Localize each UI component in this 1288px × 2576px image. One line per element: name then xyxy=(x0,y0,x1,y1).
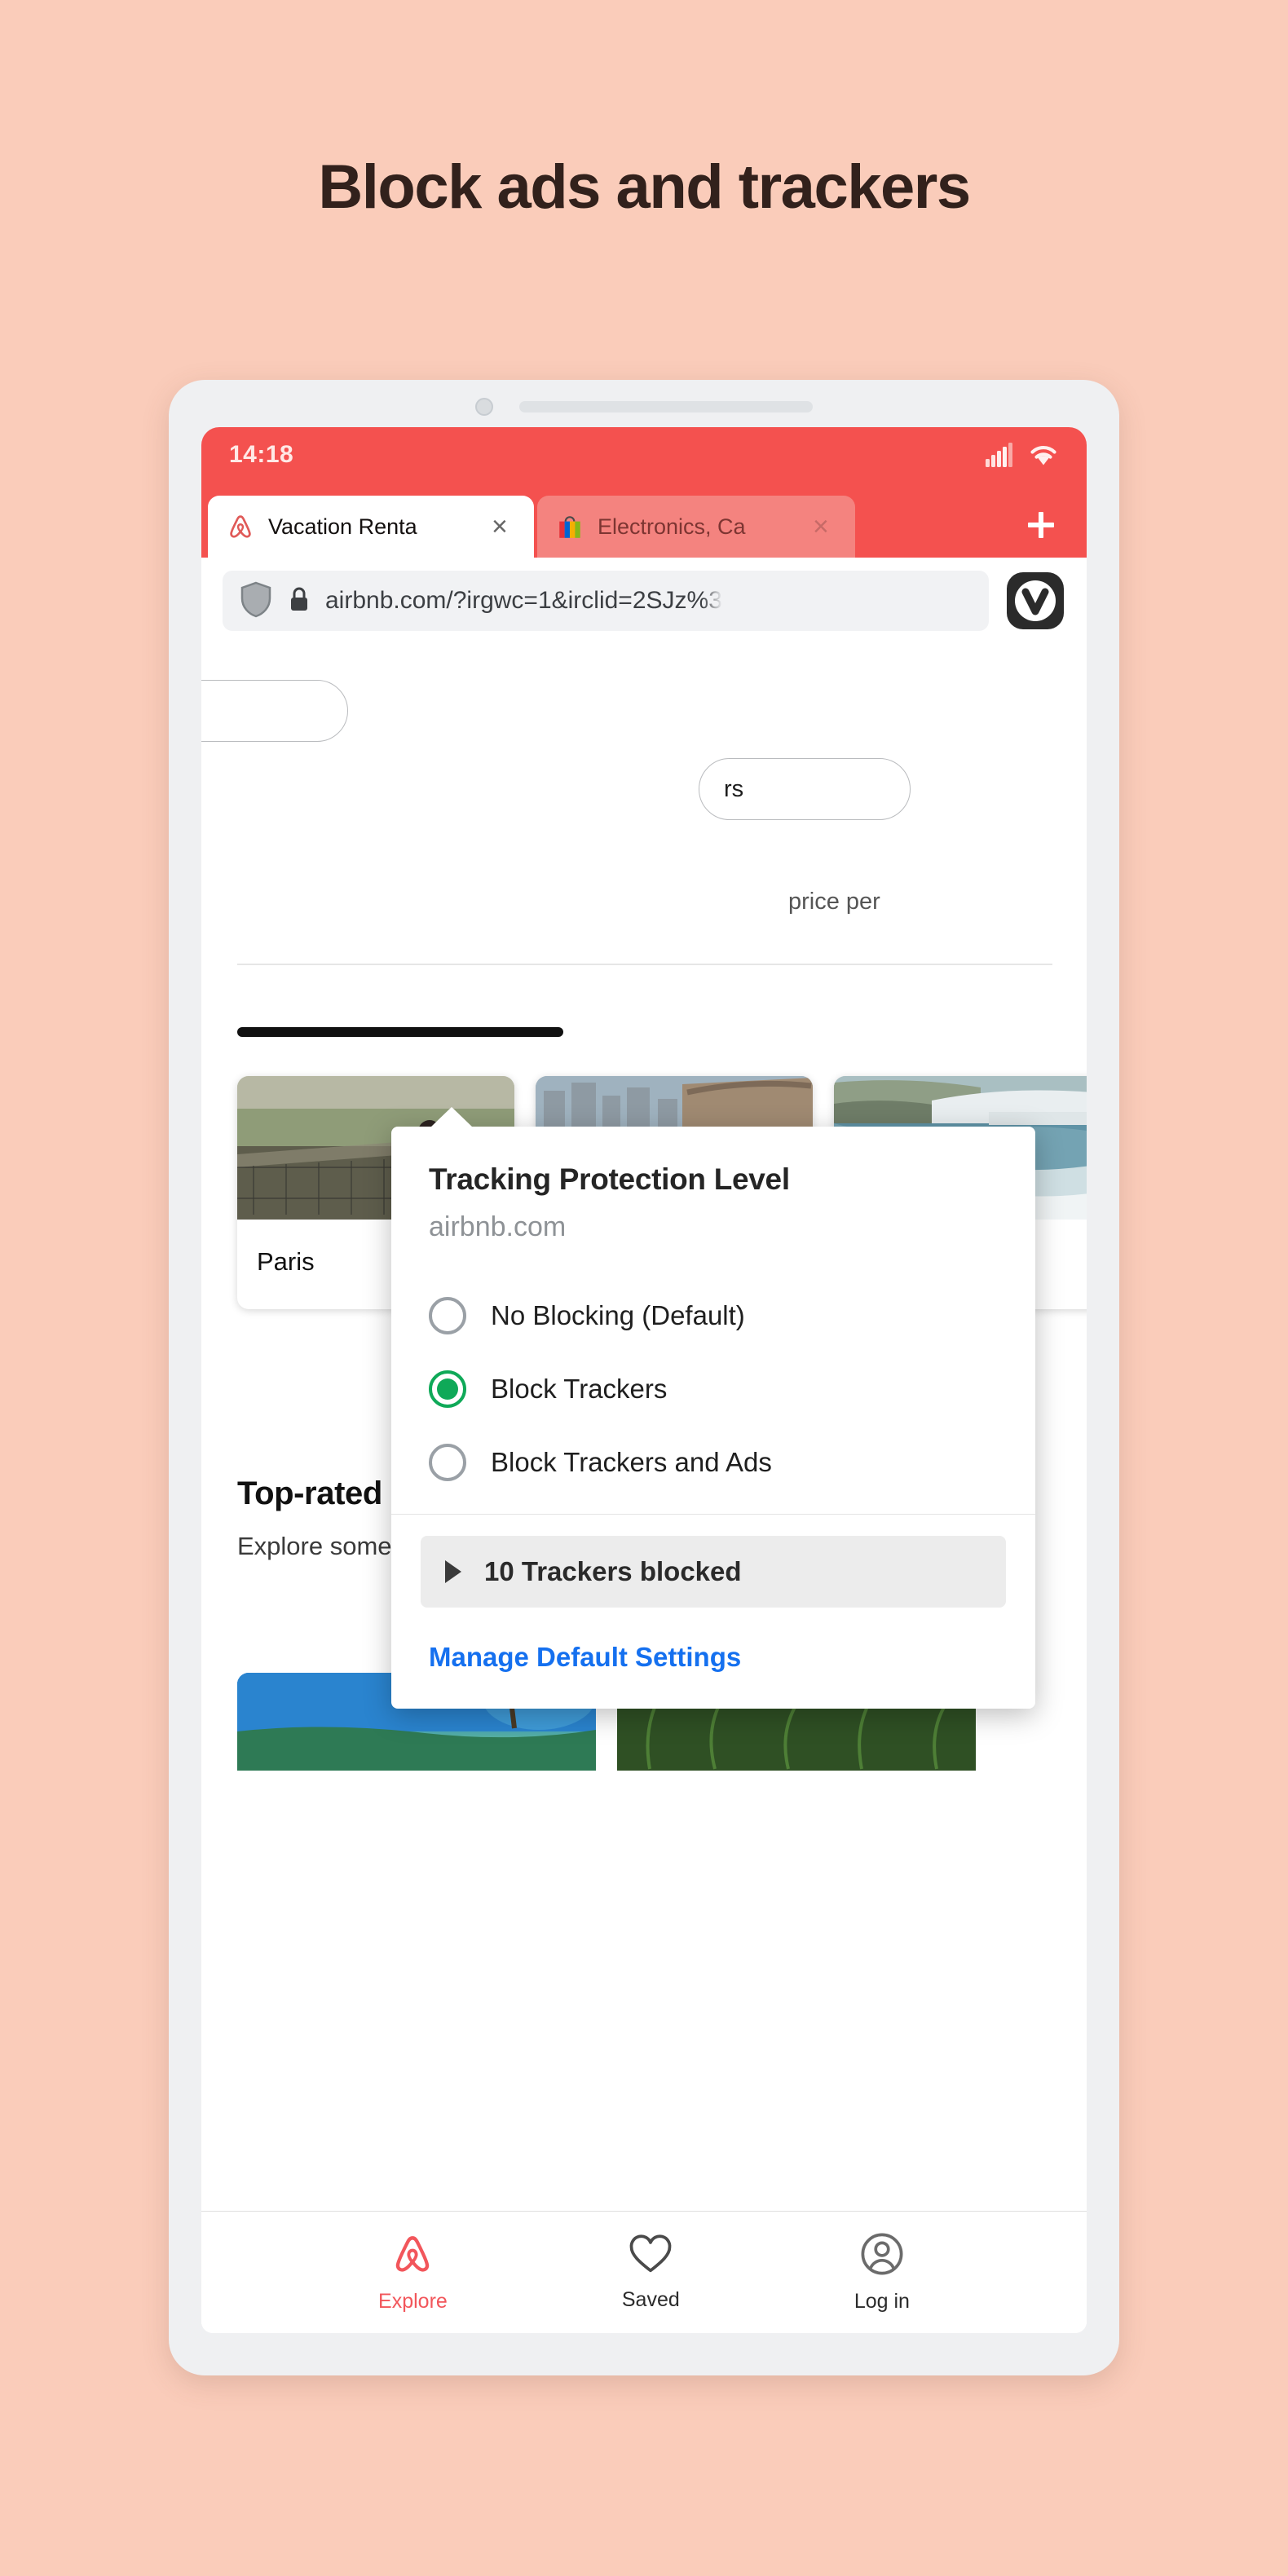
filter-pill-partial-2[interactable]: rs xyxy=(699,758,911,820)
signal-icon xyxy=(986,443,1012,467)
vivaldi-icon[interactable] xyxy=(1005,571,1065,631)
promo-screenshot: Block ads and trackers 14:18 Vacation Re… xyxy=(0,0,1288,2576)
nav-label: Explore xyxy=(378,2289,448,2313)
blocking-options: No Blocking (Default) Block Trackers Blo… xyxy=(391,1243,1035,1507)
browser-tab-electronics[interactable]: Electronics, Ca × xyxy=(537,496,855,558)
option-block-trackers[interactable]: Block Trackers xyxy=(429,1352,998,1426)
trackers-blocked-row[interactable]: 10 Trackers blocked xyxy=(421,1536,1006,1608)
option-block-trackers-and-ads[interactable]: Block Trackers and Ads xyxy=(429,1426,998,1499)
new-tab-button[interactable] xyxy=(1023,507,1059,543)
nav-label: Log in xyxy=(854,2289,910,2313)
option-label: No Blocking (Default) xyxy=(491,1300,745,1330)
page-title: Block ads and trackers xyxy=(318,152,971,222)
popup-domain: airbnb.com xyxy=(429,1211,567,1242)
filter-pill-label: rs xyxy=(724,775,744,802)
triangle-right-icon[interactable] xyxy=(445,1560,461,1583)
popup-arrow xyxy=(430,1107,473,1127)
browser-tab-vacation-rentals[interactable]: Vacation Renta × xyxy=(208,496,534,558)
content-placeholder xyxy=(237,1027,563,1037)
popup-title: Tracking Protection Level xyxy=(429,1162,790,1196)
filter-pill-row: rs rs xyxy=(201,668,1087,820)
tab-title: Electronics, Ca xyxy=(598,514,746,539)
popup-divider xyxy=(391,1514,1035,1515)
tab-title: Vacation Renta xyxy=(268,514,417,539)
shopping-bag-icon xyxy=(555,512,584,541)
airbnb-icon xyxy=(390,2232,434,2280)
close-icon[interactable]: × xyxy=(492,513,519,540)
wifi-icon xyxy=(1030,446,1056,465)
radio-icon[interactable] xyxy=(429,1444,466,1481)
url-text: airbnb.com/?irgwc=1&irclid=2SJz%3 xyxy=(325,587,722,614)
phone-bezel-top xyxy=(169,380,1119,434)
nav-item-login[interactable]: Log in xyxy=(854,2232,910,2314)
manage-default-settings-link[interactable]: Manage Default Settings xyxy=(391,1608,1035,1709)
radio-icon-selected[interactable] xyxy=(429,1370,466,1408)
content-divider xyxy=(237,964,1052,965)
status-bar: 14:18 xyxy=(201,427,1087,483)
trackers-blocked-label: 10 Trackers blocked xyxy=(484,1556,742,1586)
speaker-grille xyxy=(519,401,813,412)
address-bar-row: airbnb.com/?irgwc=1&irclid=2SJz%3 xyxy=(201,558,1087,644)
lock-icon xyxy=(288,585,311,617)
close-icon[interactable]: × xyxy=(813,513,840,540)
option-no-blocking[interactable]: No Blocking (Default) xyxy=(429,1279,998,1352)
shield-icon[interactable] xyxy=(239,580,273,622)
tracking-protection-popup: Tracking Protection Level airbnb.com No … xyxy=(391,1107,1035,1709)
address-bar[interactable]: airbnb.com/?irgwc=1&irclid=2SJz%3 xyxy=(223,571,989,631)
site-bottom-nav: Explore Saved Log in xyxy=(201,2211,1087,2333)
camera-icon xyxy=(475,398,493,416)
nav-item-saved[interactable]: Saved xyxy=(622,2234,680,2312)
price-per-text: price per xyxy=(788,889,880,915)
phone-mockup: 14:18 Vacation Renta × Electronics, Ca ×… xyxy=(169,380,1119,2375)
option-label: Block Trackers xyxy=(491,1374,668,1404)
airbnb-icon xyxy=(226,512,255,541)
tab-strip: Vacation Renta × Electronics, Ca × xyxy=(201,483,1087,558)
user-circle-icon xyxy=(860,2232,904,2280)
nav-label: Saved xyxy=(621,2287,680,2311)
nav-item-explore[interactable]: Explore xyxy=(378,2232,448,2314)
heart-icon xyxy=(629,2234,673,2278)
filter-pill-partial[interactable]: rs xyxy=(201,680,348,742)
status-icon-group xyxy=(986,443,1059,467)
option-label: Block Trackers and Ads xyxy=(491,1447,772,1477)
radio-icon[interactable] xyxy=(429,1297,466,1334)
status-clock: 14:18 xyxy=(229,441,294,468)
